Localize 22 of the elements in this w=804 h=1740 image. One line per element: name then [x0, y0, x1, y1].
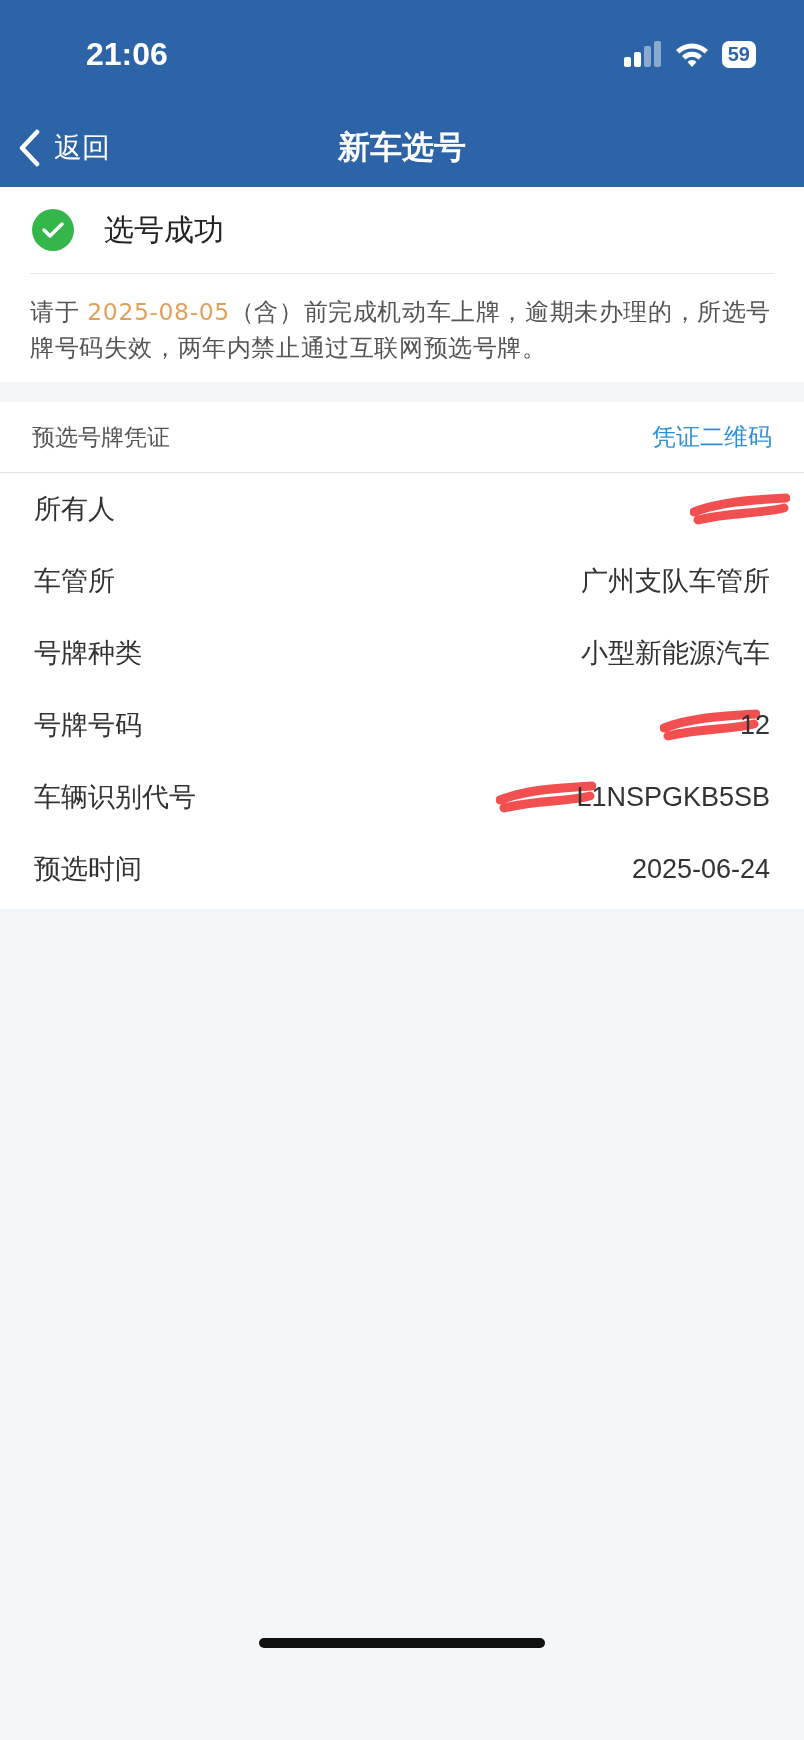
success-title: 选号成功: [104, 210, 224, 249]
notice-text: 请于 2025-08-05（含）前完成机动车上牌，逾期未办理的，所选号牌号码失效，两年内禁止通过互联网预选号牌。: [29, 297, 773, 364]
field-label: 车辆识别代号: [34, 781, 196, 814]
field-label: 所有人: [34, 493, 115, 526]
field-label: 预选时间: [34, 853, 142, 886]
signal-icon: [623, 41, 662, 67]
field-label: 号牌号码: [34, 709, 142, 742]
clock: 21:06: [86, 35, 168, 73]
chevron-left-icon: [18, 128, 40, 167]
field-label: 号牌种类: [34, 637, 142, 670]
battery-level: 59: [721, 40, 756, 68]
field-value: 12: [739, 709, 770, 741]
check-circle-icon: [32, 209, 74, 251]
field-value: 2025-06-24: [631, 853, 770, 885]
field-label: 车管所: [34, 565, 115, 598]
section-title: 预选号牌凭证: [32, 422, 170, 452]
qr-code-link[interactable]: 凭证二维码: [652, 421, 772, 453]
field-value: 小型新能源汽车: [581, 637, 770, 670]
field-value: L1NSPGKB5SB: [576, 781, 770, 813]
back-button[interactable]: 返回: [18, 128, 110, 167]
field-value: 广州支队车管所: [581, 565, 770, 598]
page-title: 新车选号: [338, 126, 466, 168]
